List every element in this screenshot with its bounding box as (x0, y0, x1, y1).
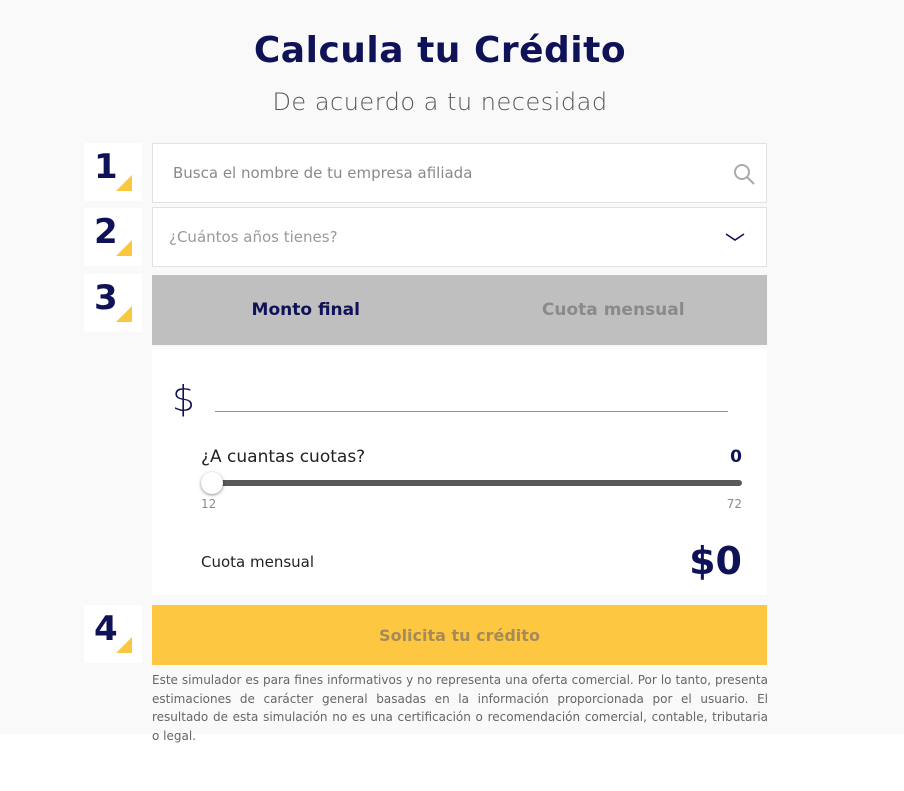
step-number: 2 (94, 212, 118, 252)
company-search-input[interactable] (153, 144, 766, 202)
corner-triangle-icon (116, 306, 132, 322)
page-subtitle: De acuerdo a tu necesidad (272, 88, 608, 116)
tab-monto-final[interactable]: Monto final (152, 275, 460, 345)
age-select[interactable]: ¿Cuántos años tienes? (152, 207, 767, 267)
monthly-payment-value: $0 (689, 539, 742, 583)
request-credit-button[interactable]: Solicita tu crédito (152, 605, 767, 665)
corner-triangle-icon (116, 175, 132, 191)
installments-slider-handle[interactable] (201, 472, 223, 494)
age-select-placeholder: ¿Cuántos años tienes? (169, 228, 338, 246)
credit-calculator-page: Calcula tu Crédito De acuerdo a tu neces… (0, 0, 904, 743)
step-number: 4 (94, 609, 118, 649)
step-number: 3 (94, 278, 118, 318)
step-1-marker: 1 (84, 143, 142, 201)
monthly-payment-label: Cuota mensual (201, 553, 315, 571)
page-title: Calcula tu Crédito (253, 30, 627, 71)
step-number: 1 (94, 147, 118, 187)
slider-min-label: 12 (201, 497, 217, 511)
corner-triangle-icon (116, 637, 132, 653)
calculator-panel: $ ¿A cuantas cuotas? 0 12 72 Cuota mensu… (152, 349, 767, 595)
amount-input[interactable] (215, 411, 728, 412)
currency-symbol: $ (172, 379, 195, 420)
tab-cuota-mensual[interactable]: Cuota mensual (460, 275, 768, 345)
installments-value: 0 (730, 447, 742, 467)
step-4-marker: 4 (84, 605, 142, 663)
slider-max-label: 72 (726, 497, 742, 511)
company-search-box (152, 143, 767, 203)
chevron-down-icon[interactable] (724, 230, 746, 244)
calculation-mode-tabs: Monto final Cuota mensual (152, 275, 767, 345)
disclaimer-text: Este simulador es para fines informativo… (152, 673, 768, 743)
step-3-marker: 3 (84, 274, 142, 332)
installments-question: ¿A cuantas cuotas? (201, 447, 366, 467)
corner-triangle-icon (116, 240, 132, 256)
installments-slider-track[interactable] (201, 480, 742, 486)
search-icon[interactable] (732, 162, 756, 186)
step-2-marker: 2 (84, 208, 142, 266)
